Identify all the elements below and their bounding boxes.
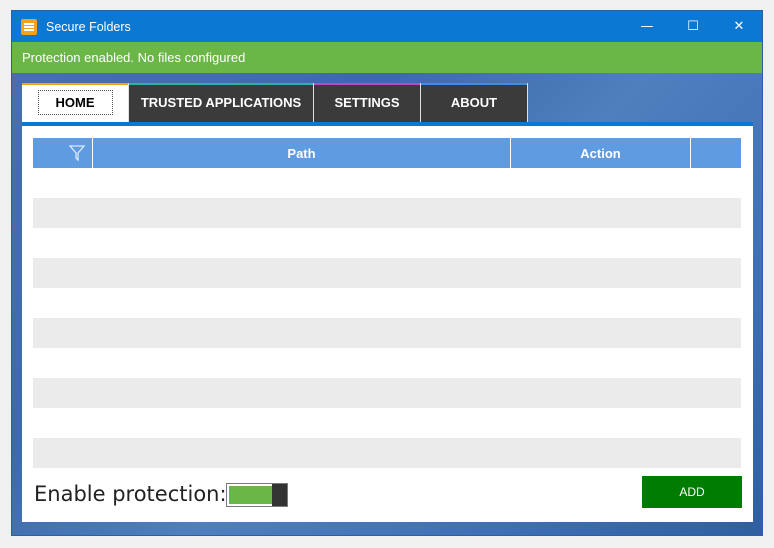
status-banner: Protection enabled. No files configured xyxy=(12,42,762,73)
folders-table: Path Action xyxy=(33,138,741,468)
tab-home-label: HOME xyxy=(37,90,113,115)
enable-protection-label: Enable protection: xyxy=(34,482,227,506)
table-row xyxy=(33,258,741,288)
tab-about-label: ABOUT xyxy=(450,95,498,110)
tab-home[interactable]: HOME xyxy=(22,83,129,122)
action-column-header[interactable]: Action xyxy=(511,138,691,168)
home-panel: Path Action Enable protection: ADD xyxy=(22,122,753,522)
status-text: Protection enabled. No files configured xyxy=(22,50,246,65)
table-row xyxy=(33,228,741,258)
toggle-fill xyxy=(229,486,273,504)
maximize-button[interactable]: ☐ xyxy=(670,11,716,42)
add-button[interactable]: ADD xyxy=(642,476,742,508)
toggle-knob[interactable] xyxy=(272,484,287,506)
filter-icon[interactable] xyxy=(68,144,86,162)
table-row xyxy=(33,318,741,348)
app-window: Secure Folders — ☐ ✕ Protection enabled.… xyxy=(11,10,763,536)
table-row xyxy=(33,438,741,468)
tab-trusted-applications-label: TRUSTED APPLICATIONS xyxy=(140,95,302,110)
window-controls: — ☐ ✕ xyxy=(624,11,762,42)
close-button[interactable]: ✕ xyxy=(716,11,762,42)
table-row xyxy=(33,348,741,378)
tab-about[interactable]: ABOUT xyxy=(421,83,528,122)
minimize-button[interactable]: — xyxy=(624,11,670,42)
table-row xyxy=(33,168,741,198)
title-bar[interactable]: Secure Folders — ☐ ✕ xyxy=(12,11,762,42)
table-row xyxy=(33,198,741,228)
table-row xyxy=(33,378,741,408)
tab-trusted-applications[interactable]: TRUSTED APPLICATIONS xyxy=(129,83,314,122)
protection-toggle[interactable] xyxy=(226,483,288,507)
tab-bar: HOME TRUSTED APPLICATIONS SETTINGS ABOUT xyxy=(22,83,528,123)
extra-column-header xyxy=(691,138,741,168)
tab-settings-label: SETTINGS xyxy=(334,95,400,110)
filter-column-header[interactable] xyxy=(33,138,93,168)
path-column-header[interactable]: Path xyxy=(93,138,511,168)
tab-settings[interactable]: SETTINGS xyxy=(314,83,421,122)
table-header: Path Action xyxy=(33,138,741,168)
window-title: Secure Folders xyxy=(46,19,131,34)
table-row xyxy=(33,408,741,438)
app-logo-icon xyxy=(21,18,37,35)
table-row xyxy=(33,288,741,318)
